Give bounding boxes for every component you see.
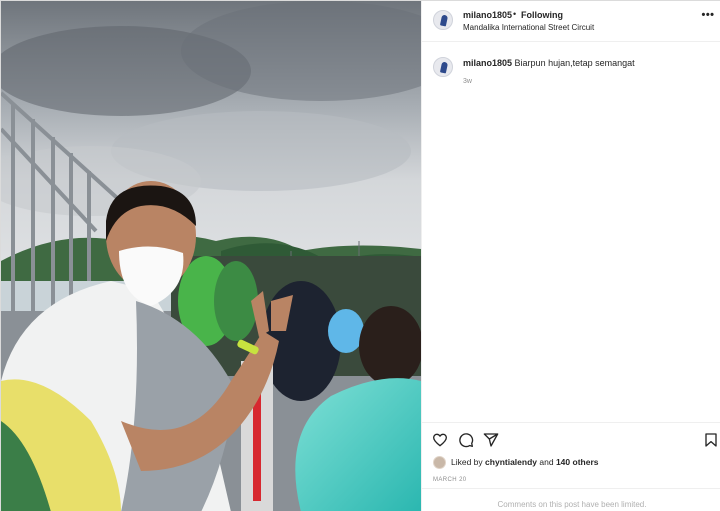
- likes-text: Liked by chyntialendy and 140 others: [451, 457, 598, 467]
- avatar[interactable]: [433, 57, 453, 77]
- post-details-panel: milano1805 • Following Mandalika Interna…: [421, 1, 720, 511]
- following-button[interactable]: Following: [521, 10, 563, 20]
- post-modal: milano1805 • Following Mandalika Interna…: [0, 0, 720, 511]
- liker-username[interactable]: chyntialendy: [485, 457, 537, 467]
- likes-summary: Liked by chyntialendy and 140 others: [433, 456, 713, 470]
- others-link[interactable]: 140 others: [556, 457, 599, 467]
- author-username[interactable]: milano1805: [463, 10, 512, 20]
- heart-icon[interactable]: [432, 432, 448, 448]
- post-header: milano1805 • Following Mandalika Interna…: [422, 1, 720, 42]
- caption-username[interactable]: milano1805: [463, 58, 512, 68]
- photo-illustration: [1, 1, 421, 511]
- comment-icon[interactable]: [458, 432, 474, 448]
- action-bar: [422, 422, 720, 456]
- send-icon[interactable]: [483, 432, 499, 448]
- location-link[interactable]: Mandalika International Street Circuit: [463, 23, 594, 32]
- avatar[interactable]: [433, 10, 453, 30]
- comments-footer: Comments on this post have been limited.: [422, 488, 720, 511]
- post-photo[interactable]: [1, 1, 421, 511]
- post-age[interactable]: 3w: [463, 78, 472, 85]
- more-options-icon[interactable]: •••: [701, 10, 715, 22]
- separator-dot: •: [513, 9, 517, 19]
- post-date[interactable]: MARCH 20: [433, 477, 467, 483]
- post-caption: milano1805 Biarpun hujan,tetap semangat …: [422, 49, 720, 99]
- liked-by-label: Liked by: [451, 457, 483, 467]
- caption-text: milano1805 Biarpun hujan,tetap semangat: [463, 58, 708, 68]
- likes-joiner: and: [539, 457, 554, 467]
- avatar[interactable]: [433, 456, 446, 469]
- comments-limited-notice: Comments on this post have been limited.: [497, 500, 647, 509]
- caption-body: Biarpun hujan,tetap semangat: [514, 58, 635, 68]
- bookmark-icon[interactable]: [703, 432, 719, 448]
